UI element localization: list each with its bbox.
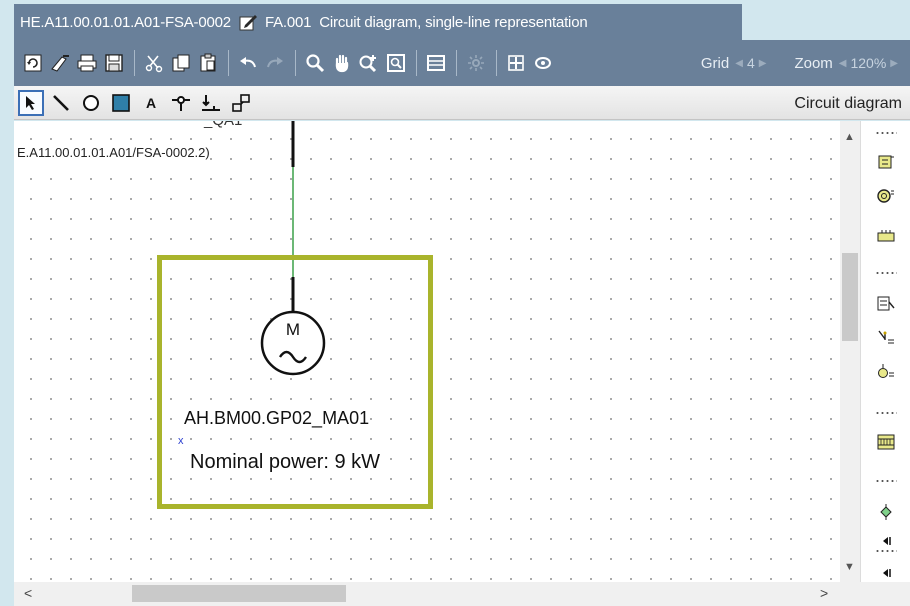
vertical-scrollbar[interactable]: ▲ ▼ — [840, 121, 860, 582]
redo-icon[interactable] — [262, 50, 288, 76]
rectangle-tool-icon[interactable] — [108, 90, 134, 116]
scroll-up-icon[interactable]: ▲ — [844, 131, 855, 143]
document-title-tab[interactable]: HE.A11.00.01.01.A01-FSA-0002 FA.001 Circ… — [14, 4, 742, 40]
scroll-down-icon[interactable]: ▼ — [844, 561, 855, 573]
undo-icon[interactable] — [235, 50, 261, 76]
select-arrow-icon[interactable] — [18, 89, 44, 116]
settings-icon[interactable] — [463, 50, 489, 76]
drawing-toolbar: A Circuit diagram — [14, 86, 910, 120]
grid-increase-icon[interactable]: ▶ — [759, 58, 767, 69]
terminal-strip-icon[interactable] — [873, 225, 899, 247]
palette-separator — [875, 549, 897, 553]
bus-bar-icon[interactable] — [198, 90, 224, 116]
zoom-in-icon[interactable] — [356, 50, 382, 76]
palette-separator — [875, 271, 897, 275]
toolbar-separator — [416, 50, 417, 76]
pan-hand-icon[interactable] — [329, 50, 355, 76]
distribution-board-icon[interactable] — [873, 293, 899, 315]
search-icon[interactable] — [302, 50, 328, 76]
grid-value[interactable]: 4 — [747, 55, 755, 71]
zoom-value[interactable]: 120% — [850, 55, 886, 71]
scrollbar-corner — [840, 582, 910, 606]
device-label-top: _QA1 — [204, 121, 242, 129]
panel-grid-icon[interactable] — [873, 431, 899, 453]
brush-icon[interactable] — [47, 50, 73, 76]
horizontal-scrollbar[interactable]: < > — [14, 582, 840, 606]
panel-title: Circuit diagram — [794, 95, 902, 112]
zoom-label: Zoom — [794, 54, 833, 72]
grid-zoom-controls: Grid ◀ 4 ▶ Zoom ◀ 120% ▶ — [701, 40, 898, 86]
document-description: Circuit diagram, single-line representat… — [319, 13, 588, 31]
zoom-increase-icon[interactable]: ▶ — [890, 58, 898, 69]
vertical-scroll-thumb[interactable] — [842, 253, 858, 341]
palette-separator — [875, 411, 897, 415]
refresh-icon[interactable] — [20, 50, 46, 76]
grid-label: Grid — [700, 54, 730, 72]
paste-icon[interactable] — [195, 50, 221, 76]
cable-junction-icon[interactable] — [873, 327, 899, 349]
zoom-decrease-icon[interactable]: ◀ — [839, 58, 847, 69]
main-toolbar: Grid ◀ 4 ▶ Zoom ◀ 120% ▶ — [14, 40, 910, 86]
cross-reference-text[interactable]: E.A11.00.01.01.A01/FSA-0002.2) — [17, 145, 210, 160]
diagram-canvas[interactable]: M _QA1 E.A11.00.01.01.A01/FSA-0002.2) x … — [14, 121, 840, 582]
palette-separator — [875, 131, 897, 135]
toolbar-separator — [228, 50, 229, 76]
circle-tool-icon[interactable] — [78, 90, 104, 116]
transformer-icon[interactable] — [873, 185, 899, 207]
toolbar-separator — [295, 50, 296, 76]
window-icon[interactable] — [423, 50, 449, 76]
scroll-right-icon[interactable]: > — [820, 585, 828, 601]
title-strip-background — [742, 4, 910, 40]
grid-decrease-icon[interactable]: ◀ — [735, 58, 743, 69]
toolbar-separator — [456, 50, 457, 76]
document-type: FA.001 — [264, 13, 312, 31]
line-tool-icon[interactable] — [48, 90, 74, 116]
selection-highlight — [157, 255, 433, 509]
edit-document-icon — [239, 13, 259, 31]
save-icon[interactable] — [101, 50, 127, 76]
cut-icon[interactable] — [141, 50, 167, 76]
scroll-left-icon[interactable]: < — [24, 585, 32, 601]
text-tool-icon[interactable]: A — [138, 90, 164, 116]
palette-separator — [875, 479, 897, 483]
print-icon[interactable] — [74, 50, 100, 76]
layer-icon[interactable] — [530, 50, 556, 76]
document-code: HE.A11.00.01.01.A01-FSA-0002 — [20, 13, 231, 31]
lamp-terminal-icon[interactable] — [873, 361, 899, 383]
toolbar-separator — [134, 50, 135, 76]
copy-icon[interactable] — [168, 50, 194, 76]
link-tool-icon[interactable] — [228, 90, 254, 116]
switchgear-icon[interactable] — [873, 151, 899, 173]
collapse-arrow-2-icon[interactable] — [873, 562, 899, 584]
pin-connector-icon[interactable] — [873, 501, 899, 523]
connection-point-icon[interactable] — [168, 90, 194, 116]
zoom-fit-icon[interactable] — [383, 50, 409, 76]
move-icon[interactable] — [503, 50, 529, 76]
horizontal-scroll-thumb[interactable] — [132, 585, 346, 602]
toolbar-separator — [496, 50, 497, 76]
symbol-palette — [860, 121, 910, 582]
